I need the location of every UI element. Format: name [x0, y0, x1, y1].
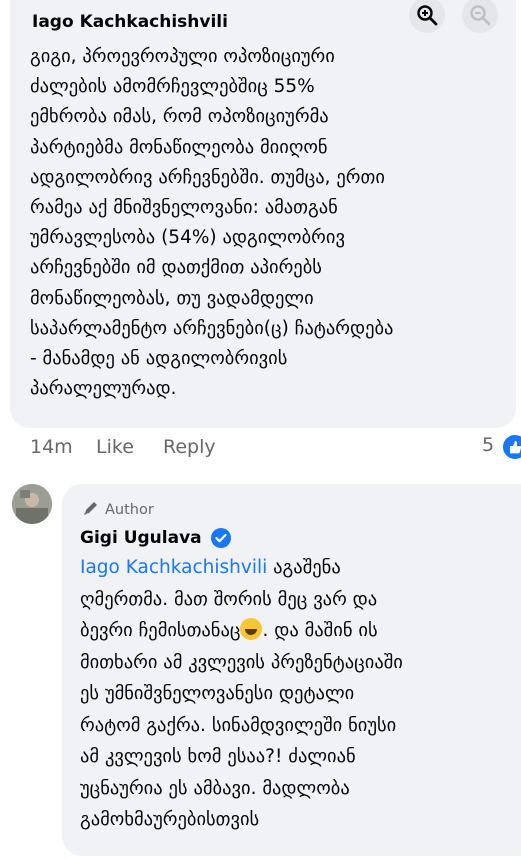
zoom-out-icon [470, 5, 491, 26]
avatar[interactable] [12, 484, 52, 524]
sweat-smile-emoji [240, 618, 263, 640]
comment-text-line: Iago Kachkachishvili აგაშენა [80, 552, 510, 584]
pen-icon [84, 502, 97, 515]
comment-text-fragment: . და მაშინ ის [262, 620, 378, 641]
comment-text-line: ეს უმნიშვნელოვანესი დეტალი [80, 683, 355, 704]
comment-text-fragment: აგაშენა [267, 557, 341, 578]
comment-text-line: მონაწილეობას, თუ ვადამდელი [30, 287, 314, 309]
reaction-count[interactable]: 5 [482, 434, 494, 456]
like-reaction-icon[interactable] [501, 433, 521, 461]
comment-text: Iago Kachkachishvili აგაშენა ღმერთმა. მა… [80, 552, 510, 836]
comment-text-line: უცნაურია ეს ამბავი. მადლობა [80, 777, 350, 799]
comment-text-line: ამ კვლევის ხომ ესაა?! ძალიან [80, 746, 356, 767]
comment-timestamp[interactable]: 14m [30, 436, 73, 458]
comment-text-line: რატომ გაქრა. სინამდვილეში ნიუსი [80, 714, 397, 736]
comment-text-line: ძალების ამომრჩევლებშიც 55% [30, 76, 315, 98]
like-button[interactable]: Like [96, 436, 134, 458]
comment-text-line: გიგი, პროევროპული ოპოზიციური [30, 46, 335, 67]
author-badge-label: Author [105, 502, 154, 518]
comment-text-line: - მანამდე ან ადგილობრივის [30, 348, 288, 370]
comment-text-line: გამოხმაურებისთვის [80, 809, 260, 830]
comment-text-line: მითხარი ამ კვლევის პრეზენტაციაში [80, 651, 403, 673]
comment-text-line: პარტიებმა მონაწილეობა მიიღონ [30, 136, 328, 158]
comment-text-line: ბევრი ჩემისთანაც . და მაშინ ის [80, 615, 510, 647]
comment-text-line: საპარლამენტო არჩევნები(ც) ჩატარდება [30, 317, 394, 339]
comment-text-line: უმრავლესობა (54%) ადგილობრივ [30, 227, 345, 249]
comment-author-name[interactable]: Gigi Ugulava [80, 528, 202, 548]
comment-text-fragment: ბევრი ჩემისთანაც [80, 620, 241, 641]
comment-text-line: ემხრობა იმას, რომ ოპოზიციურმა [30, 106, 329, 128]
verified-check-icon [211, 528, 231, 548]
comment-text-line: რამეა აქ მნიშვნელოვანი: ამათგან [30, 197, 338, 219]
comment-text-line: ღმერთმა. მათ შორის მეც ვარ და [80, 588, 378, 610]
author-badge: Author [82, 499, 154, 518]
comment-text: გიგი, პროევროპული ოპოზიციური ძალების ამო… [30, 42, 506, 404]
mention-link[interactable]: Iago Kachkachishvili [80, 557, 267, 578]
comment-author-name[interactable]: Iago Kachkachishvili [32, 12, 228, 32]
comment-text-line: ადგილობრივ არჩევნებში. თუმცა, ერთი [30, 166, 385, 188]
comment-text-line: პარალელურად. [30, 378, 177, 400]
zoom-in-icon [417, 5, 438, 26]
reply-button[interactable]: Reply [163, 436, 216, 458]
comment-text-line: არჩევნებში იმ დათქმით აპირებს [30, 257, 322, 279]
